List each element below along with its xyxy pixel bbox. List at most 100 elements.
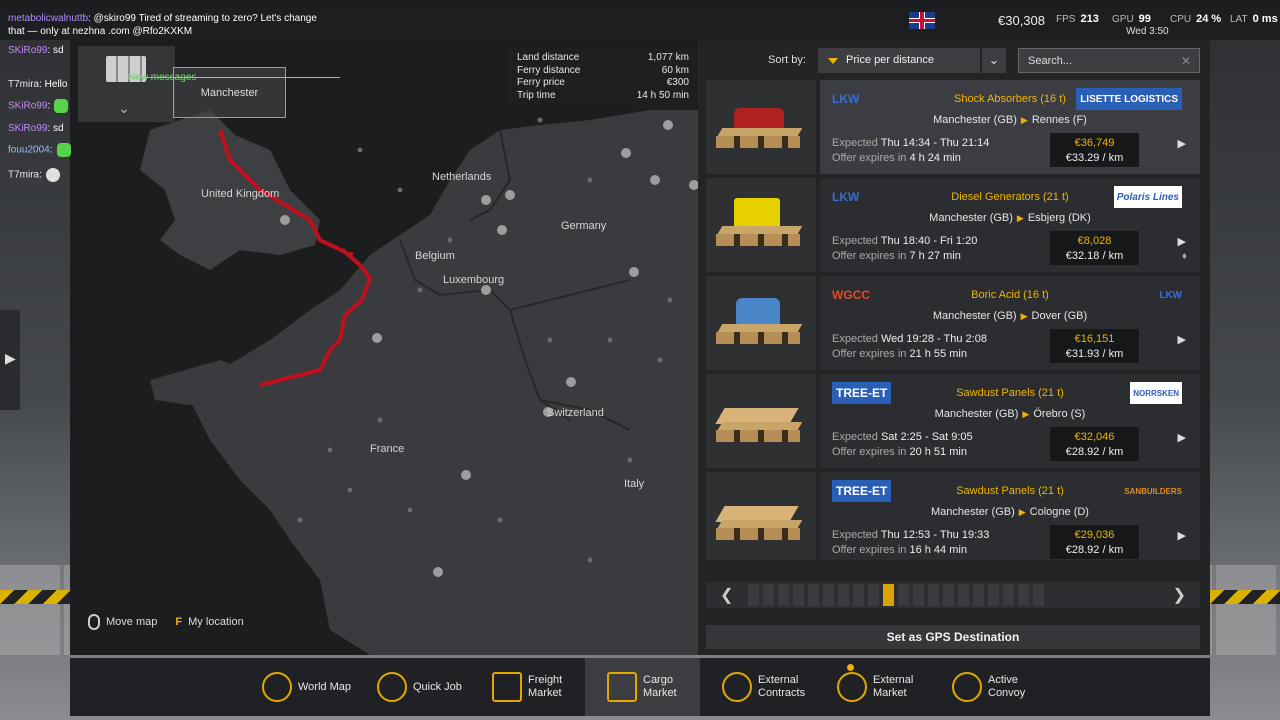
country-label: France xyxy=(370,443,405,455)
cargo-name: Sawdust Panels (21 t) xyxy=(956,485,1064,497)
nav-cargo-market[interactable]: Cargo Market xyxy=(585,658,700,716)
page-segment[interactable] xyxy=(778,584,789,606)
search-input[interactable]: Search... ✕ xyxy=(1018,48,1200,73)
map-controls-hint: Move map F My location xyxy=(88,607,244,637)
chevron-left-icon[interactable]: ❮ xyxy=(720,585,733,605)
chevron-right-icon[interactable]: ▶ xyxy=(1178,137,1186,150)
company-logo-right: SANBUILDERS xyxy=(1124,486,1182,496)
page-segment[interactable] xyxy=(1018,584,1029,606)
offer-expiry: Offer expires in 21 h 55 min xyxy=(832,348,967,360)
trip-summary: Land distance 1,077 km Ferry distance 60 k… xyxy=(508,48,698,106)
hazard-stripe-left xyxy=(0,590,70,604)
cargo-offer[interactable]: WGCC Boric Acid (16 t) LKW Manchester (G… xyxy=(706,276,1200,370)
nav-quick-job[interactable]: Quick Job xyxy=(355,658,470,716)
nav-external-contracts[interactable]: External Contracts xyxy=(700,658,815,716)
chevron-right-icon[interactable]: ▶ xyxy=(1178,431,1186,444)
bottom-navigation: World Map Quick Job Freight Market Cargo M… xyxy=(70,658,1210,716)
uk-flag-icon[interactable] xyxy=(909,12,935,29)
company-logo-left: TREE-ET xyxy=(832,480,892,502)
notification-dot xyxy=(847,664,854,671)
active-convoy-icon xyxy=(952,672,982,702)
game-clock: Wed 3:50 xyxy=(1126,26,1169,37)
page-segment[interactable] xyxy=(808,584,819,606)
cargo-offer[interactable]: TREE-ET Sawdust Panels (21 t) NORRSKEN M… xyxy=(706,374,1200,468)
chevron-right-icon: ▶ xyxy=(5,350,16,366)
side-panel-toggle[interactable]: ▶ xyxy=(0,310,20,410)
page-segment[interactable] xyxy=(853,584,864,606)
mouse-icon xyxy=(88,614,100,630)
route-map[interactable] xyxy=(70,40,698,655)
nav-freight-market[interactable]: Freight Market xyxy=(470,658,585,716)
route-text: Manchester (GB) ▶ Rennes (F) xyxy=(933,114,1087,126)
offer-pager: ❮ ❯ xyxy=(706,582,1200,608)
latency-readout: LAT 0 ms xyxy=(1230,13,1278,25)
set-gps-destination-button[interactable]: Set as GPS Destination xyxy=(706,625,1200,649)
chevron-down-icon[interactable]: ⌄ xyxy=(982,48,1006,73)
price-box: €36,749 €33.29 / km xyxy=(1050,133,1139,167)
sort-label: Sort by: xyxy=(768,54,806,66)
chevron-right-icon[interactable]: ▶ xyxy=(1178,333,1186,346)
page-segment[interactable] xyxy=(793,584,804,606)
route-text: Manchester (GB) ▶ Esbjerg (DK) xyxy=(929,212,1091,224)
move-map-hint: Move map xyxy=(88,614,157,630)
page-segment[interactable] xyxy=(868,584,879,606)
company-logo-right: Polaris Lines xyxy=(1113,186,1182,208)
country-label: Belgium xyxy=(415,250,455,262)
cargo-preview-widget[interactable]: ⌄ xyxy=(78,46,175,122)
emote-icon xyxy=(45,168,60,182)
gpu-readout: GPU 99 xyxy=(1112,13,1151,25)
cargo-name: Diesel Generators (21 t) xyxy=(951,191,1069,203)
page-segment[interactable] xyxy=(748,584,759,606)
expected-delivery: Expected Thu 12:53 - Thu 19:33 xyxy=(832,529,990,541)
close-icon[interactable]: ✕ xyxy=(1181,54,1191,68)
chevron-right-icon[interactable]: ▶ xyxy=(1178,235,1186,248)
nav-external-market[interactable]: External Market xyxy=(815,658,930,716)
chevron-right-icon[interactable]: ❯ xyxy=(1173,585,1186,605)
chevron-down-icon[interactable]: ⌄ xyxy=(118,100,130,117)
my-location-button[interactable]: F My location xyxy=(175,616,243,628)
price-box: €16,151 €31.93 / km xyxy=(1050,329,1139,363)
company-logo-left: LKW xyxy=(832,92,860,106)
external-contracts-icon xyxy=(722,672,752,702)
special-cargo-icon: ♦ xyxy=(1181,251,1187,262)
cargo-name: Boric Acid (16 t) xyxy=(971,289,1049,301)
emote-icon xyxy=(56,143,71,157)
page-segment[interactable] xyxy=(913,584,924,606)
page-segment[interactable] xyxy=(823,584,834,606)
cargo-offer[interactable]: LKW Shock Absorbers (16 t) LISETTE LOGIS… xyxy=(706,80,1200,174)
emote-icon xyxy=(54,99,69,113)
cargo-thumbnail xyxy=(706,472,816,560)
country-label: United Kingdom xyxy=(201,188,280,200)
page-segment[interactable] xyxy=(1033,584,1044,606)
sort-select[interactable]: Price per distance xyxy=(818,48,980,73)
page-segment[interactable] xyxy=(1003,584,1014,606)
expected-delivery: Expected Wed 19:28 - Thu 2:08 xyxy=(832,333,987,345)
chevron-right-icon[interactable]: ▶ xyxy=(1178,529,1186,542)
new-messages-divider: New messages xyxy=(128,71,340,84)
page-segment[interactable] xyxy=(928,584,939,606)
country-label: Italy xyxy=(624,478,645,490)
page-segment[interactable] xyxy=(988,584,999,606)
country-label: Luxembourg xyxy=(443,274,505,286)
cargo-thumbnail xyxy=(706,276,816,370)
cargo-thumbnail xyxy=(706,178,816,272)
page-segment[interactable] xyxy=(883,584,894,606)
cargo-offer[interactable]: LKW Diesel Generators (21 t) Polaris Lin… xyxy=(706,178,1200,272)
company-logo-right: LKW xyxy=(1159,289,1182,301)
nav-world-map[interactable]: World Map xyxy=(240,658,355,716)
page-segment[interactable] xyxy=(763,584,774,606)
page-segment[interactable] xyxy=(973,584,984,606)
expected-delivery: Expected Thu 14:34 - Thu 21:14 xyxy=(832,137,990,149)
country-label: Switzerland xyxy=(547,407,604,419)
page-segment[interactable] xyxy=(958,584,969,606)
money-balance: €30,308 xyxy=(998,13,1045,28)
expected-delivery: Expected Sat 2:25 - Sat 9:05 xyxy=(832,431,973,443)
page-segment[interactable] xyxy=(943,584,954,606)
page-segment[interactable] xyxy=(898,584,909,606)
external-market-icon xyxy=(837,672,867,702)
country-label: Germany xyxy=(561,220,607,232)
company-logo-right: NORRSKEN xyxy=(1130,382,1182,404)
page-segment[interactable] xyxy=(838,584,849,606)
nav-active-convoy[interactable]: Active Convoy xyxy=(930,658,1045,716)
cargo-offer[interactable]: TREE-ET Sawdust Panels (21 t) SANBUILDER… xyxy=(706,472,1200,560)
